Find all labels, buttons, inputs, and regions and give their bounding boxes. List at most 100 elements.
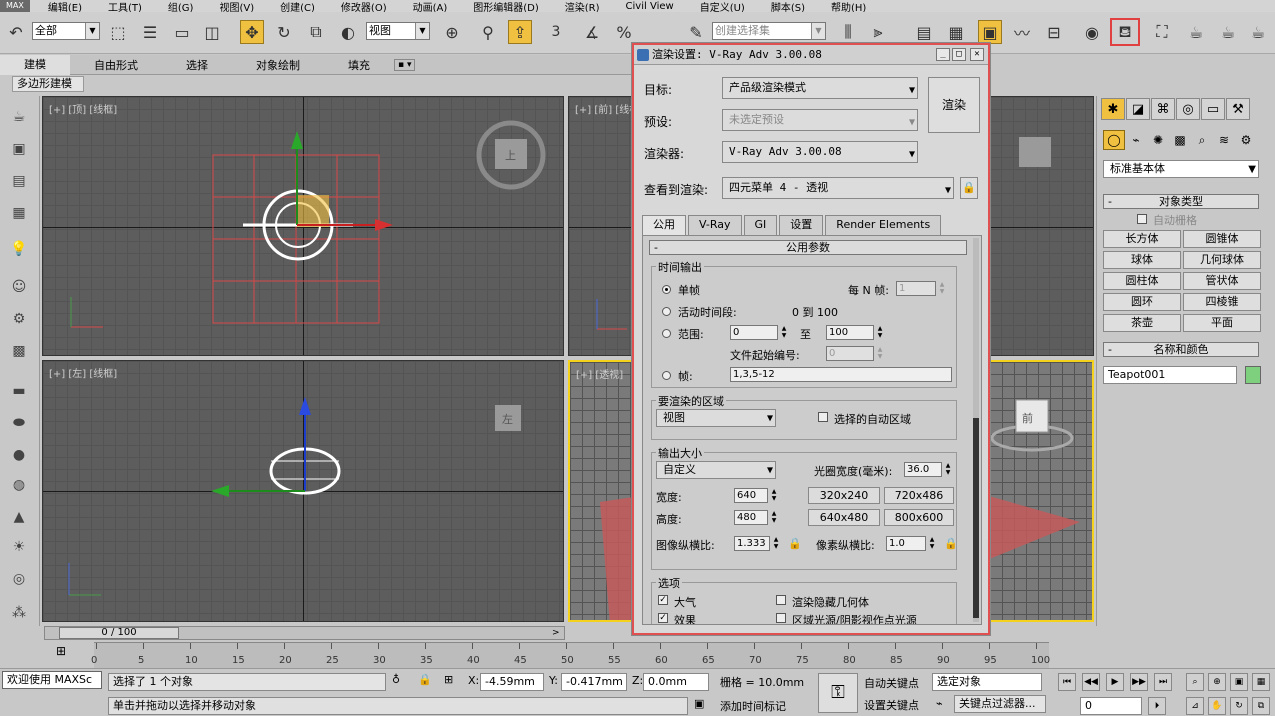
keyboard-shortcut-override-icon[interactable]: ⇪ [508, 20, 532, 44]
every-n-frames-spinner[interactable]: 1 ▲ ▼ [896, 281, 944, 296]
viewport-left[interactable]: [+] [左] [线框] 左 [42, 360, 564, 622]
pixel-aspect-lock-icon[interactable]: 🔒 [944, 537, 958, 550]
name-color-rollout[interactable]: - 名称和颜色 [1103, 342, 1259, 357]
track-bar-menu-icon[interactable]: ⊞ [50, 644, 72, 664]
cone-button[interactable]: 圆锥体 [1183, 230, 1261, 248]
render-setup-icon[interactable]: ⛾ [1110, 18, 1140, 46]
render-hidden-checkbox[interactable] [776, 595, 786, 605]
zoom-icon[interactable]: ⌕ [1186, 673, 1204, 691]
select-by-name-icon[interactable]: ☰ [138, 20, 162, 44]
preset-320x240-button[interactable]: 320x240 [808, 487, 880, 504]
object-type-rollout[interactable]: - 对象类型 [1103, 194, 1259, 209]
effects-checkbox[interactable]: ✓ [658, 613, 668, 623]
viewport-top[interactable]: [+] [顶] [线框] 上 [42, 96, 564, 356]
add-time-tag[interactable]: 添加时间标记 [720, 698, 786, 714]
rollout-common-params[interactable]: - 公用参数 [649, 240, 967, 255]
ribbon-options-icon[interactable]: ▪ ▾ [394, 58, 416, 71]
create-tab-icon[interactable]: ✱ [1101, 98, 1125, 120]
layer-manager-icon[interactable]: ▤ [912, 20, 936, 44]
area-lights-checkbox[interactable] [776, 613, 786, 623]
cone-icon[interactable]: ▲ [8, 506, 30, 528]
prev-frame-icon[interactable]: ◀◀ [1082, 673, 1100, 691]
character-icon[interactable]: ☺ [8, 276, 30, 298]
frames-radio[interactable] [662, 371, 671, 380]
tube-button[interactable]: 管状体 [1183, 272, 1261, 290]
ribbon-tab-modeling[interactable]: 建模 [0, 54, 70, 75]
zoom-extents-all-icon[interactable]: ▦ [1252, 673, 1270, 691]
list-icon[interactable]: ▤ [8, 170, 30, 192]
preset-800x600-button[interactable]: 800x600 [884, 509, 954, 526]
disc-icon[interactable]: ◎ [8, 568, 30, 590]
scrollbar-thumb[interactable] [973, 418, 979, 618]
activeshade-icon[interactable]: ☕ [1246, 20, 1270, 44]
window-crossing-icon[interactable]: ◫ [200, 20, 224, 44]
auto-key-button[interactable]: 自动关键点 [864, 675, 919, 691]
angle-snap-icon[interactable]: ∡ [580, 20, 604, 44]
pixel-aspect-spinner[interactable]: 1.0 ▲ ▼ [886, 536, 934, 551]
width-spinner[interactable]: 640 ▲ ▼ [734, 488, 776, 503]
cameras-icon[interactable]: ▩ [1169, 130, 1191, 150]
preset-720x486-button[interactable]: 720x486 [884, 487, 954, 504]
light-icon[interactable]: 💡 [8, 238, 30, 260]
teapot-icon[interactable]: ☕ [8, 106, 30, 128]
hierarchy-tab-icon[interactable]: ⌘ [1151, 98, 1175, 120]
fov-icon[interactable]: ⊿ [1186, 697, 1204, 715]
ribbon-tab-selection[interactable]: 选择 [162, 57, 232, 73]
key-filter-icon[interactable]: ⌁ [936, 697, 943, 710]
curve-editor-icon[interactable]: 〰 [1010, 20, 1034, 44]
preset-dropdown[interactable]: 未选定预设 ▼ [722, 109, 918, 131]
play-icon[interactable]: ▶ [1106, 673, 1124, 691]
track-bar[interactable]: 0 5 10 15 20 25 30 35 40 45 50 55 60 65 70 75 80 85 90 95 10… [91, 642, 1050, 668]
tab-gi[interactable]: GI [743, 215, 778, 235]
object-color-swatch[interactable] [1245, 366, 1261, 384]
menu-help[interactable]: 帮助(H) [831, 0, 866, 13]
target-dropdown[interactable]: 产品级渲染模式 ▼ [722, 77, 918, 99]
x-coord-input[interactable]: -4.59mm [480, 673, 544, 691]
frames-input[interactable]: 1,3,5-12 [730, 367, 952, 382]
menu-scripting[interactable]: 脚本(S) [771, 0, 805, 13]
edit-named-selection-icon[interactable]: ✎ [684, 20, 708, 44]
scale-icon[interactable]: ⧉ [304, 20, 328, 44]
reference-coord-dropdown[interactable]: 视图 ▼ [366, 22, 430, 40]
menu-tools[interactable]: 工具(T) [108, 0, 142, 13]
minimize-icon[interactable]: _ [936, 48, 950, 61]
time-next-icon[interactable]: > [552, 626, 564, 640]
zoom-all-icon[interactable]: ⊕ [1208, 673, 1226, 691]
key-mode-dropdown[interactable]: 选定对象 [932, 673, 1042, 691]
menu-create[interactable]: 创建(C) [280, 0, 315, 13]
menu-graph-editors[interactable]: 图形编辑器(D) [473, 0, 539, 13]
pivot-center-icon[interactable]: ⊕ [440, 20, 464, 44]
snap-toggle-icon[interactable]: 3 [544, 20, 568, 44]
align-icon[interactable]: ⫸ [866, 20, 890, 44]
maximize-viewport-icon[interactable]: ⧉ [1252, 697, 1270, 715]
motion-tab-icon[interactable]: ◎ [1176, 98, 1200, 120]
scene-explorer-icon[interactable]: ▣ [978, 20, 1002, 44]
auto-region-checkbox[interactable] [818, 412, 828, 422]
renderer-dropdown[interactable]: V-Ray Adv 3.00.08 ▼ [722, 141, 918, 163]
box-icon[interactable]: ▬ [8, 380, 30, 402]
absolute-mode-icon[interactable]: ⊞ [444, 673, 453, 686]
key-filters-button[interactable]: 关键点过滤器... [954, 695, 1046, 713]
render-button[interactable]: 渲染 [928, 77, 980, 133]
mirror-icon[interactable]: ⫼ [836, 20, 860, 44]
render-production-icon[interactable]: ☕ [1184, 20, 1208, 44]
pyramid-button[interactable]: 四棱锥 [1183, 293, 1261, 311]
time-slider[interactable]: 0 / 100 [44, 626, 565, 640]
maxscript-listener[interactable]: 欢迎使用 MAXSc [2, 671, 102, 689]
tab-vray[interactable]: V-Ray [688, 215, 742, 235]
select-move-icon[interactable]: ✥ [240, 20, 264, 44]
pan-icon[interactable]: ✋ [1208, 697, 1226, 715]
schematic-view-icon[interactable]: ⊟ [1042, 20, 1066, 44]
image-aspect-spinner[interactable]: 1.333 ▲ ▼ [734, 536, 778, 551]
box-button[interactable]: 长方体 [1103, 230, 1181, 248]
maximize-icon[interactable]: □ [952, 48, 966, 61]
camera-icon[interactable]: ▩ [8, 340, 30, 362]
helper-icon[interactable]: ⚙ [8, 308, 30, 330]
menu-group[interactable]: 组(G) [168, 0, 194, 13]
rendered-frame-window-icon[interactable]: ⛶ [1150, 20, 1174, 44]
geosphere-button[interactable]: 几何球体 [1183, 251, 1261, 269]
image-aspect-lock-icon[interactable]: 🔒 [788, 537, 802, 550]
isolate-icon[interactable]: ♁ [392, 673, 400, 686]
menu-views[interactable]: 视图(V) [219, 0, 254, 13]
image-icon[interactable]: ▣ [8, 138, 30, 160]
